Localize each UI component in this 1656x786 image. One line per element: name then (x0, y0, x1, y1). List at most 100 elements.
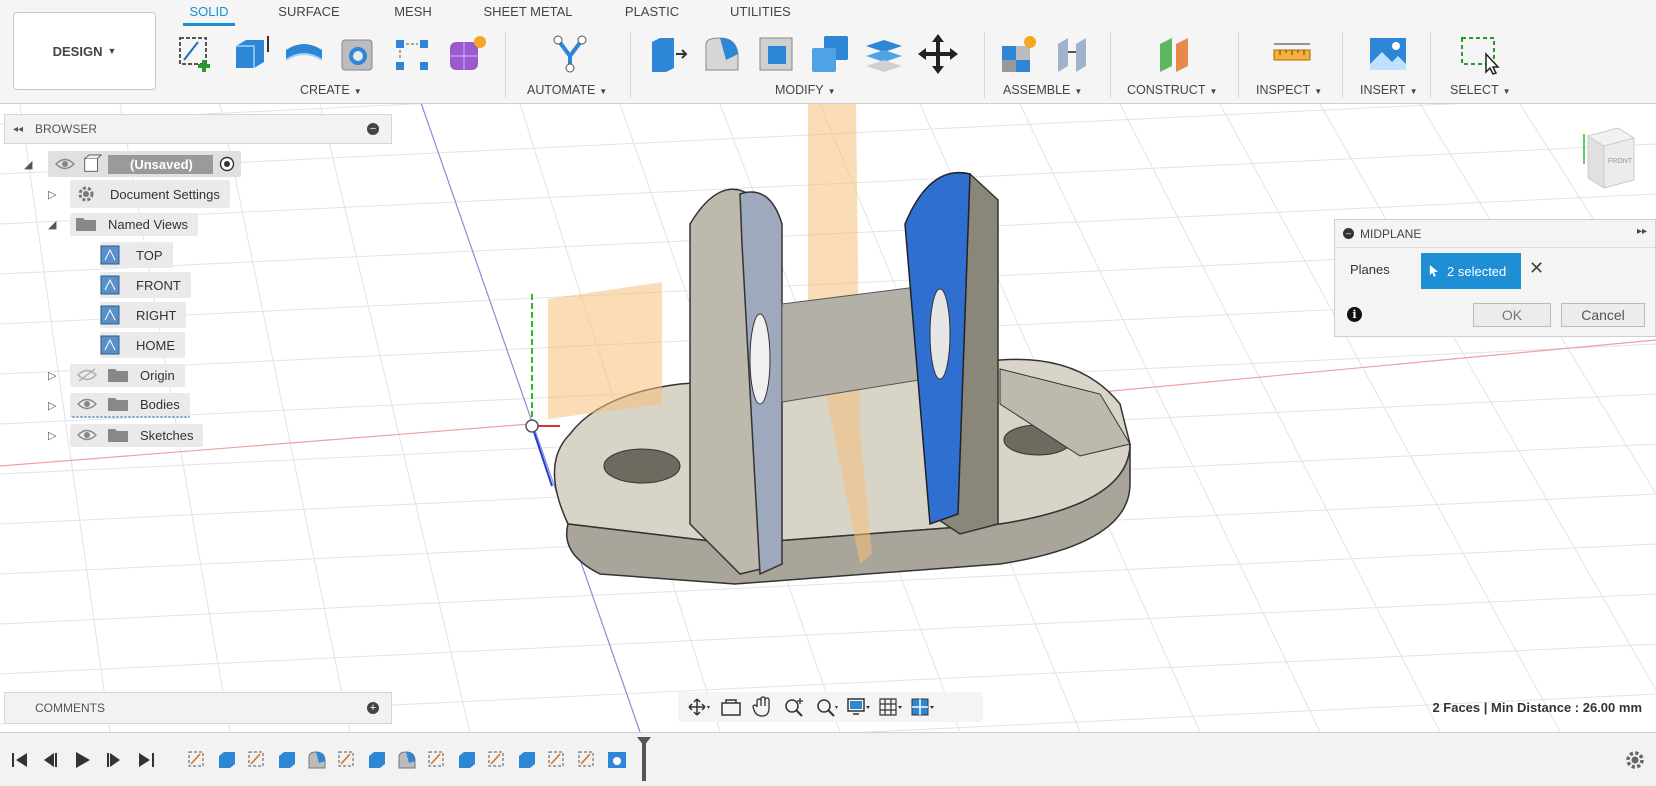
tree-item-view-front[interactable]: FRONT (100, 272, 191, 298)
eye-icon[interactable] (54, 157, 76, 171)
timeline-hole-icon[interactable] (606, 749, 628, 771)
timeline-sketch-icon[interactable] (246, 749, 268, 771)
eye-hidden-icon[interactable] (76, 368, 98, 382)
step-back-icon[interactable] (40, 750, 60, 770)
select-icon[interactable] (1458, 32, 1502, 76)
insert-image-icon[interactable] (1366, 32, 1410, 76)
construct-menu[interactable]: CONSTRUCT ▼ (1127, 83, 1217, 97)
tab-plastic[interactable]: PLASTIC (622, 4, 682, 26)
timeline-extrude-icon[interactable] (276, 749, 298, 771)
shell-icon[interactable] (754, 32, 798, 76)
tree-item-view-top[interactable]: TOP (100, 242, 173, 268)
collapsed-triangle-icon[interactable]: ▷ (48, 429, 62, 442)
tab-sheet-metal[interactable]: SHEET METAL (482, 4, 574, 26)
collapse-icon[interactable]: ◂◂ (13, 124, 23, 135)
construction-plane-icon[interactable] (1152, 32, 1196, 76)
go-to-start-icon[interactable] (10, 750, 30, 770)
pan-hand-icon[interactable] (750, 696, 776, 718)
modify-menu[interactable]: MODIFY ▼ (775, 83, 836, 97)
create-form-icon[interactable] (444, 32, 488, 76)
fillet-icon[interactable] (700, 32, 744, 76)
timeline-settings-gear-icon[interactable] (1624, 749, 1646, 771)
viewcube[interactable]: FRONT (1582, 124, 1636, 190)
look-at-icon[interactable] (718, 696, 744, 718)
collapsed-triangle-icon[interactable]: ▷ (48, 399, 62, 412)
step-forward-icon[interactable] (104, 750, 124, 770)
measure-icon[interactable] (1270, 32, 1314, 76)
collapsed-triangle-icon[interactable]: ▷ (48, 188, 62, 201)
timeline-extrude-icon[interactable] (366, 749, 388, 771)
clear-selection-icon[interactable]: ✕ (1529, 258, 1544, 279)
eye-icon[interactable] (76, 428, 98, 442)
zoom-window-icon[interactable] (814, 696, 840, 718)
timeline-sketch-icon[interactable] (336, 749, 358, 771)
timeline-extrude-icon[interactable] (516, 749, 538, 771)
tab-mesh[interactable]: MESH (392, 4, 434, 26)
timeline-fillet-icon[interactable] (396, 749, 418, 771)
timeline-extrude-icon[interactable] (216, 749, 238, 771)
joint-icon[interactable] (1050, 32, 1094, 76)
timeline-marker[interactable] (637, 737, 651, 781)
activate-radio-icon[interactable] (219, 156, 235, 172)
timeline-extrude-icon[interactable] (456, 749, 478, 771)
extrude-icon[interactable] (228, 32, 272, 76)
orbit-icon[interactable] (686, 696, 712, 718)
planes-selection-button[interactable]: 2 selected (1421, 253, 1521, 289)
grid-settings-icon[interactable] (878, 696, 904, 718)
expanded-triangle-icon[interactable]: ◢ (24, 158, 38, 171)
collapse-dialog-icon[interactable]: – (1343, 228, 1354, 239)
root-component-name[interactable]: (Unsaved) (108, 154, 213, 174)
insert-menu[interactable]: INSERT ▼ (1360, 83, 1418, 97)
tree-item-sketches[interactable]: ▷ Sketches (48, 422, 204, 448)
eye-icon[interactable] (76, 397, 98, 411)
hole-icon[interactable] (336, 32, 380, 76)
cancel-button[interactable]: Cancel (1561, 303, 1645, 327)
expand-dialog-icon[interactable]: ▸▸ (1637, 226, 1647, 237)
inspect-menu[interactable]: INSPECT ▼ (1256, 83, 1322, 97)
tab-utilities[interactable]: UTILITIES (730, 4, 791, 26)
timeline-sketch-icon[interactable] (576, 749, 598, 771)
viewports-icon[interactable] (910, 696, 936, 718)
automate-icon[interactable] (548, 32, 592, 76)
tab-solid[interactable]: SOLID (183, 4, 235, 26)
tree-root[interactable]: ◢ (Unsaved) (24, 151, 241, 177)
cursor-arrow-icon (1429, 265, 1439, 277)
tree-item-view-right[interactable]: RIGHT (100, 302, 187, 328)
minimize-icon[interactable]: – (367, 123, 379, 135)
info-icon[interactable]: i (1347, 307, 1362, 322)
combine-icon[interactable] (808, 32, 852, 76)
press-pull-icon[interactable] (646, 32, 690, 76)
create-sketch-icon[interactable] (174, 32, 218, 76)
zoom-icon[interactable] (782, 696, 808, 718)
assemble-menu[interactable]: ASSEMBLE ▼ (1003, 83, 1082, 97)
timeline-sketch-icon[interactable] (186, 749, 208, 771)
timeline-sketch-icon[interactable] (426, 749, 448, 771)
display-settings-icon[interactable] (846, 696, 872, 718)
pattern-icon[interactable] (390, 32, 434, 76)
offset-face-icon[interactable] (862, 32, 906, 76)
play-icon[interactable] (72, 750, 92, 770)
create-menu[interactable]: CREATE ▼ (300, 83, 362, 97)
tree-item-view-home[interactable]: HOME (100, 332, 185, 358)
automate-menu[interactable]: AUTOMATE ▼ (527, 83, 607, 97)
go-to-end-icon[interactable] (136, 750, 156, 770)
add-comment-icon[interactable]: + (367, 702, 379, 714)
model-canvas[interactable] (0, 104, 1656, 732)
3d-viewport[interactable]: FRONT (0, 104, 1656, 732)
ok-button[interactable]: OK (1473, 303, 1551, 327)
tree-item-document-settings[interactable]: ▷ Document Settings (48, 180, 230, 208)
expanded-triangle-icon[interactable]: ◢ (48, 218, 62, 231)
timeline-sketch-icon[interactable] (546, 749, 568, 771)
tab-surface[interactable]: SURFACE (278, 4, 340, 26)
select-menu[interactable]: SELECT ▼ (1450, 83, 1511, 97)
tree-item-origin[interactable]: ▷ Origin (48, 362, 185, 388)
timeline-fillet-icon[interactable] (306, 749, 328, 771)
design-workspace-button[interactable]: DESIGN ▼ (13, 12, 156, 90)
timeline-sketch-icon[interactable] (486, 749, 508, 771)
collapsed-triangle-icon[interactable]: ▷ (48, 369, 62, 382)
move-copy-icon[interactable] (916, 32, 960, 76)
new-component-icon[interactable] (996, 32, 1040, 76)
tree-item-named-views[interactable]: ◢ Named Views (48, 211, 198, 237)
tree-item-bodies[interactable]: ▷ Bodies (48, 392, 190, 418)
revolve-icon[interactable] (282, 32, 326, 76)
